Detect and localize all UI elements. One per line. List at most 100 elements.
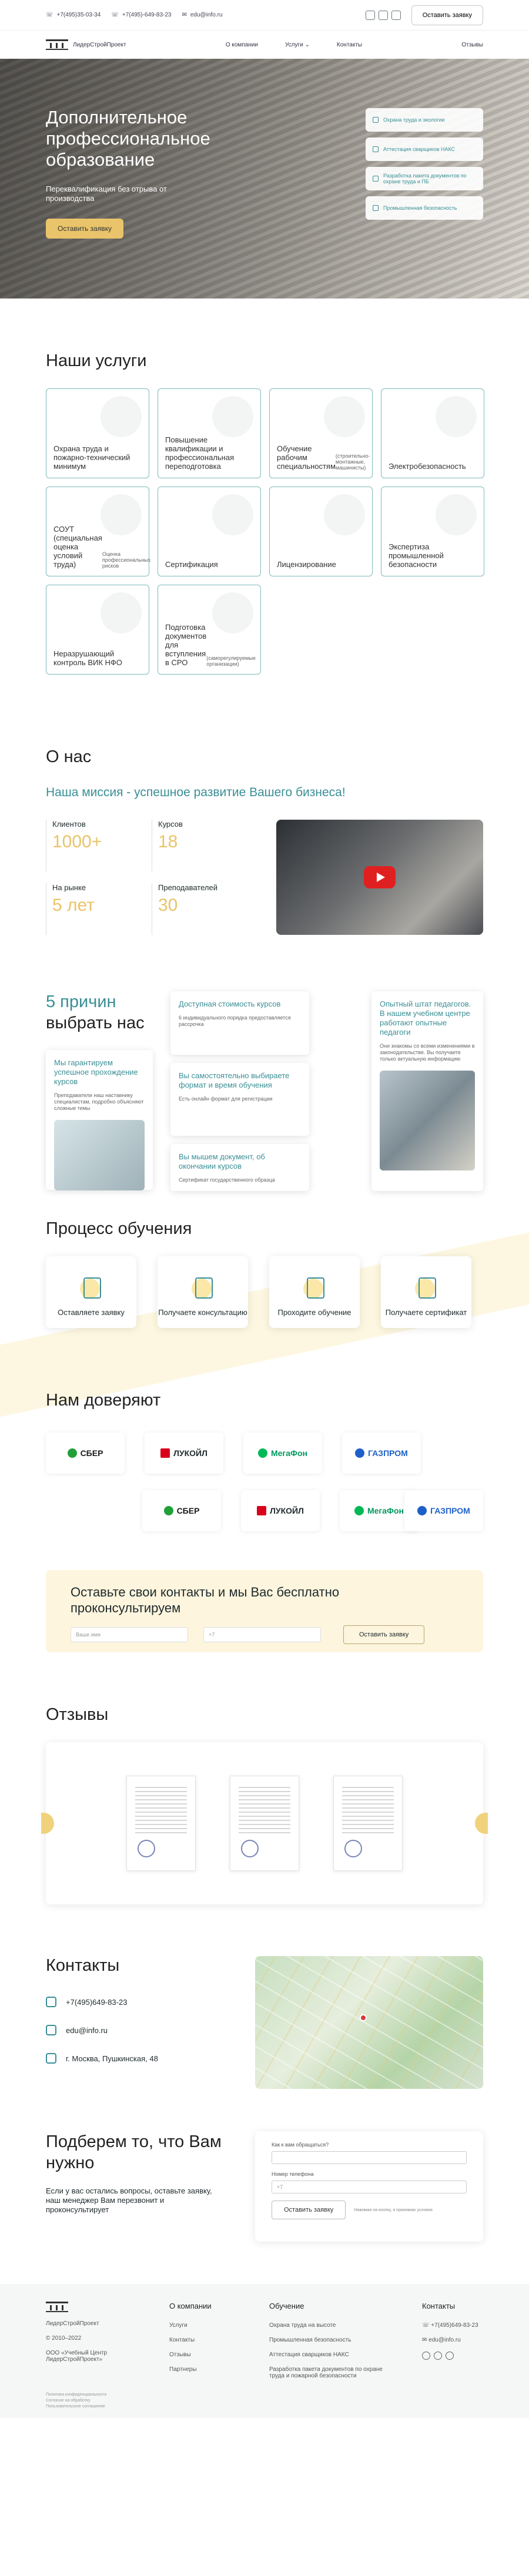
service-illustration-icon <box>101 396 142 437</box>
service-card[interactable]: Экспертиза промышленной безопасности <box>381 487 484 576</box>
phone-icon: ☏ <box>422 2322 431 2329</box>
hero-chip[interactable]: Промышленная безопасность <box>366 196 483 220</box>
logo[interactable]: ЛидерСтройПроект <box>46 39 126 50</box>
phone-2[interactable]: ☏ +7(495)-649-83-23 <box>111 12 171 18</box>
service-card[interactable]: Повышение квалификации и профессиональна… <box>158 388 261 478</box>
about-video[interactable] <box>276 820 483 935</box>
mail-icon <box>46 2025 56 2035</box>
vk-icon[interactable] <box>434 2352 442 2360</box>
whatsapp-icon[interactable] <box>422 2352 430 2360</box>
hero-chip-label: Разработка пакета документов по охране т… <box>383 173 467 185</box>
legal-link[interactable]: Политика конфиденциальности <box>46 2392 106 2398</box>
service-illustration-icon <box>324 494 365 535</box>
process-step-label: Получаете консультацию <box>158 1308 247 1317</box>
application-icon <box>75 1276 107 1302</box>
review-letter[interactable] <box>126 1776 196 1871</box>
footer-link[interactable]: Услуги <box>169 2322 234 2329</box>
nav-services[interactable]: Услуги ⌄ <box>285 42 310 48</box>
megafon-logo-icon <box>257 1448 267 1458</box>
whatsapp-icon[interactable] <box>365 10 375 20</box>
hero-request-button[interactable]: Оставить заявку <box>46 219 123 239</box>
service-card[interactable]: Сертификация <box>158 487 261 576</box>
reason-text: Сертификат государственного образца <box>179 1177 275 1183</box>
location-icon <box>46 2053 56 2064</box>
stat-value: 5 лет <box>52 895 95 915</box>
review-letter[interactable] <box>333 1776 403 1871</box>
hero-service-chips: Охрана труда и экологии Аттестация сварщ… <box>366 108 483 220</box>
review-letter[interactable] <box>230 1776 299 1871</box>
sber-logo-icon <box>163 1506 173 1515</box>
contact-address-text: г. Москва, Пушкинская, 48 <box>66 2054 158 2063</box>
hero: Дополнительное профессиональное образова… <box>0 59 529 298</box>
hero-chip[interactable]: Охрана труда и экологии <box>366 108 483 132</box>
prev-arrow-icon[interactable] <box>41 1813 54 1834</box>
legal-link[interactable]: Пользовательское соглашение <box>46 2404 106 2410</box>
service-card[interactable]: СОУТ (специальная оценка условий труда) О… <box>46 487 150 576</box>
service-card[interactable]: Обучение рабочим специальностям (строител… <box>269 388 373 478</box>
service-card[interactable]: Лицензирование <box>269 487 373 576</box>
telegram-icon[interactable] <box>446 2352 454 2360</box>
phone-field[interactable]: +7 <box>272 2181 467 2193</box>
contact-phone-text: +7(495)649-83-23 <box>66 1997 128 2007</box>
footer-phone[interactable]: ☏ +7(495)649-83-23 <box>422 2322 478 2329</box>
footer-email[interactable]: ✉ edu@info.ru <box>422 2337 478 2343</box>
service-card[interactable]: Подготовка документов для вступления в С… <box>158 585 261 675</box>
footer-link[interactable]: Контакты <box>169 2337 234 2343</box>
play-icon[interactable] <box>364 866 396 888</box>
vk-icon[interactable] <box>378 10 388 20</box>
phone-1[interactable]: ☏ +7(495)35-03-34 <box>46 12 101 18</box>
consult-submit-button[interactable]: Оставить заявку <box>343 1625 425 1644</box>
hero-chip[interactable]: Аттестация сварщиков НАКС <box>366 137 483 161</box>
legal-link[interactable]: Согласие на обработку <box>46 2398 106 2404</box>
contact-email[interactable]: edu@info.ru <box>46 2025 158 2035</box>
reasons-title-accent: 5 причин <box>46 992 116 1011</box>
service-card[interactable]: Неразрушающий контроль ВИК НФО <box>46 585 149 675</box>
reason-title: Мы гарантируем успешное прохождение курс… <box>54 1058 138 1086</box>
grid-spacer <box>493 487 529 576</box>
name-input[interactable]: Ваше имя <box>71 1627 188 1642</box>
legal-links: Политика конфиденциальности Согласие на … <box>46 2392 106 2410</box>
map[interactable] <box>255 1956 483 2089</box>
footer-logo[interactable] <box>46 2302 134 2312</box>
logo-icon <box>46 39 68 50</box>
match-text: Если у вас остались вопросы, оставьте за… <box>46 2186 212 2214</box>
footer-edu-title: Обучение <box>269 2302 304 2310</box>
hero-chip[interactable]: Разработка пакета документов по охране т… <box>366 167 483 190</box>
email-link[interactable]: ✉ edu@info.ru <box>182 12 222 18</box>
nav-about[interactable]: О компании <box>226 42 258 48</box>
footer-link[interactable]: Отзывы <box>169 2352 234 2358</box>
stat-courses: Курсов 18 <box>152 820 257 871</box>
nav-contacts[interactable]: Контакты <box>337 42 362 48</box>
footer-link[interactable]: Разработка пакета документов по охране т… <box>269 2366 387 2379</box>
footer-link[interactable]: Промышленная безопасность <box>269 2337 387 2343</box>
name-field[interactable] <box>272 2151 467 2164</box>
next-arrow-icon[interactable] <box>475 1813 488 1834</box>
phone-field-label: Номер телефона <box>272 2171 314 2177</box>
reviews-carousel <box>41 1742 488 1904</box>
process-step-label: Оставляете заявку <box>58 1308 125 1317</box>
footer-link[interactable]: Аттестация сварщиков НАКС <box>269 2352 387 2358</box>
service-card[interactable]: Электробезопасность <box>381 388 484 478</box>
phone-icon: ☏ <box>111 12 119 18</box>
footer-link[interactable]: Партнеры <box>169 2366 234 2373</box>
service-illustration-icon <box>436 494 477 535</box>
footer-link[interactable]: Охрана труда на высоте <box>269 2322 387 2329</box>
contact-phone[interactable]: +7(495)649-83-23 <box>46 1997 158 2007</box>
phone-input[interactable]: +7 <box>203 1627 321 1642</box>
callback-submit-button[interactable]: Оставить заявку <box>272 2201 346 2219</box>
certificate-icon <box>410 1276 442 1302</box>
phone-icon: ☏ <box>46 12 53 18</box>
telegram-icon[interactable] <box>391 10 401 20</box>
reason-text: Они знакомы со всеми изменениями в закон… <box>380 1043 475 1062</box>
process-step: Оставляете заявку <box>46 1256 136 1328</box>
main-nav: ЛидерСтройПроект О компании Услуги ⌄ Кон… <box>0 31 529 59</box>
reason-text: 6 индивидуального порядка предоставляетс… <box>179 1015 291 1027</box>
nav-reviews[interactable]: Отзывы <box>461 42 483 48</box>
process-step-label: Проходите обучение <box>277 1308 351 1317</box>
service-card[interactable]: Охрана труда и пожарно-технический миним… <box>46 388 149 478</box>
match-title: Подберем то, что Вам нужно <box>46 2132 222 2172</box>
reason-card: Опытный штат педагогов. В нашем учебном … <box>371 991 483 1191</box>
stat-label: Преподавателей <box>158 883 217 892</box>
request-button-top[interactable]: Оставить заявку <box>411 5 483 25</box>
stat-label: Курсов <box>158 820 183 829</box>
